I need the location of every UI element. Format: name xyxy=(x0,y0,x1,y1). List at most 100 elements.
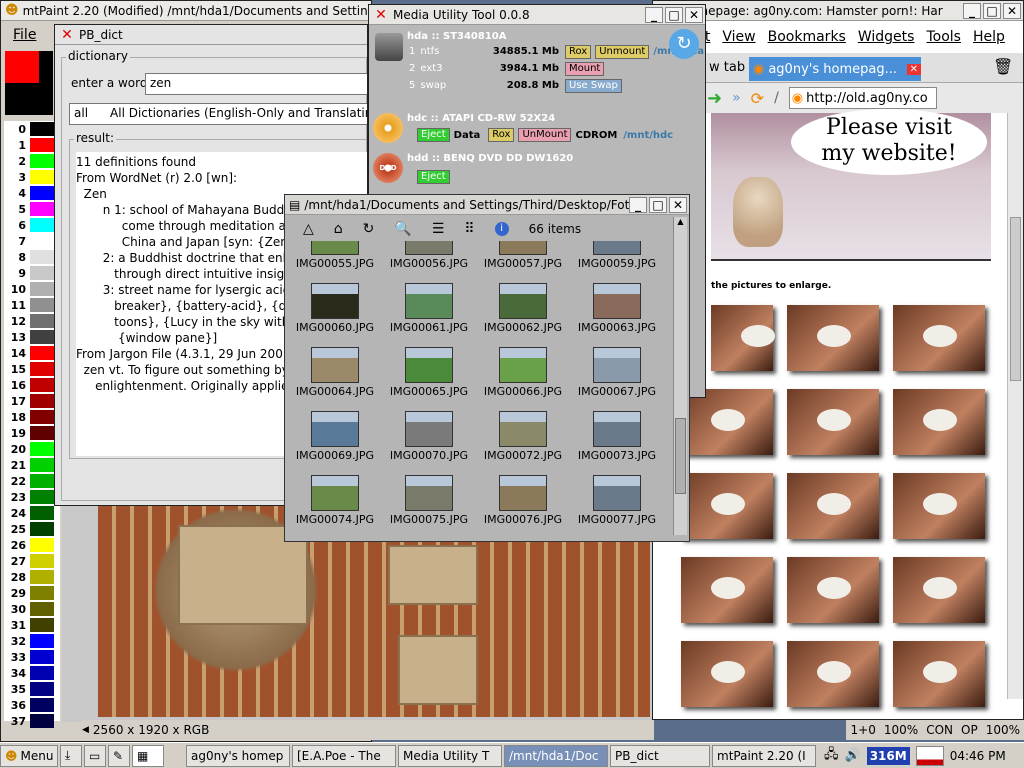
file-thumbnail[interactable]: IMG00067.JPG xyxy=(571,347,663,398)
palette-swatch[interactable] xyxy=(30,650,54,664)
word-input[interactable]: zen xyxy=(145,73,367,95)
palette-swatch[interactable] xyxy=(30,314,54,328)
file-thumbnail[interactable]: IMG00074.JPG xyxy=(289,475,381,526)
palette-entry[interactable]: 34 xyxy=(4,665,60,681)
palette-swatch[interactable] xyxy=(30,666,54,680)
dictionary-select[interactable]: all All Dictionaries (English-Only and T… xyxy=(69,103,367,125)
palette-entry[interactable]: 17 xyxy=(4,393,60,409)
file-thumbnail[interactable]: IMG00070.JPG xyxy=(383,411,475,462)
palette-entry[interactable]: 20 xyxy=(4,441,60,457)
menu-view[interactable]: View xyxy=(722,29,755,45)
fb-maximize-button[interactable]: □ xyxy=(649,196,667,213)
search-icon[interactable]: 🔍 xyxy=(394,221,411,237)
tray-volume-icon[interactable]: 🔊 xyxy=(845,748,861,763)
hamster-thumbnail[interactable] xyxy=(893,557,985,623)
mount-button[interactable]: Mount xyxy=(565,61,605,76)
palette-entry[interactable]: 7 xyxy=(4,233,60,249)
palette-entry[interactable]: 10 xyxy=(4,281,60,297)
quicklaunch-window-icon[interactable]: ▭ xyxy=(84,744,106,767)
media-titlebar[interactable]: ✕ Media Utility Tool 0.0.8 _ □ ✕ xyxy=(369,5,705,25)
palette-entry[interactable]: 21 xyxy=(4,457,60,473)
task-button[interactable]: [E.A.Poe - The xyxy=(292,744,396,767)
palette-entry[interactable]: 9 xyxy=(4,265,60,281)
hdc-rox-button[interactable]: Rox xyxy=(488,128,515,142)
palette-swatch[interactable] xyxy=(30,426,54,440)
file-thumbnail[interactable]: IMG00064.JPG xyxy=(289,347,381,398)
palette-entry[interactable]: 32 xyxy=(4,633,60,649)
task-button[interactable]: mtPaint 2.20 (I xyxy=(712,744,816,767)
palette-swatch[interactable] xyxy=(30,282,54,296)
media-maximize-button[interactable]: □ xyxy=(665,6,683,23)
palette-swatch[interactable] xyxy=(30,234,54,248)
palette-swatch[interactable] xyxy=(30,586,54,600)
url-field[interactable]: ◉ http://old.ag0ny.co xyxy=(788,87,937,109)
palette-swatch[interactable] xyxy=(30,154,54,168)
maximize-button[interactable]: □ xyxy=(983,2,1001,19)
palette-entry[interactable]: 33 xyxy=(4,649,60,665)
palette-swatch[interactable] xyxy=(30,378,54,392)
reload-icon[interactable]: ⟳ xyxy=(751,89,764,108)
file-thumbnail[interactable]: IMG00060.JPG xyxy=(289,283,381,334)
refresh-icon[interactable]: ↻ xyxy=(363,221,375,237)
palette-swatch[interactable] xyxy=(30,186,54,200)
hamster-thumbnail[interactable] xyxy=(787,389,879,455)
file-thumbnail[interactable]: IMG00055.JPG xyxy=(289,241,381,270)
palette-entry[interactable]: 23 xyxy=(4,489,60,505)
palette-swatch[interactable] xyxy=(30,122,54,136)
close-button[interactable]: ✕ xyxy=(1003,2,1021,19)
media-close-button[interactable]: ✕ xyxy=(685,6,703,23)
palette-swatch[interactable] xyxy=(30,298,54,312)
hamster-thumbnail[interactable] xyxy=(681,557,773,623)
tab-close-icon[interactable]: ✕ xyxy=(906,63,921,75)
fb-titlebar[interactable]: ▤ /mnt/hda1/Documents and Settings/Third… xyxy=(285,195,689,215)
palette-swatch[interactable] xyxy=(30,570,54,584)
file-thumbnail[interactable]: IMG00072.JPG xyxy=(477,411,569,462)
palette-entry[interactable]: 15 xyxy=(4,361,60,377)
hamster-thumbnail[interactable] xyxy=(893,305,985,371)
palette-swatch[interactable] xyxy=(30,250,54,264)
palette-swatch[interactable] xyxy=(30,458,54,472)
hamster-thumbnail[interactable] xyxy=(711,305,775,371)
menu-bookmarks[interactable]: Bookmarks xyxy=(768,29,846,45)
trash-icon[interactable]: 🗑 xyxy=(993,57,1013,76)
menu-tools[interactable]: Tools xyxy=(926,29,961,45)
palette-entry[interactable]: 24 xyxy=(4,505,60,521)
browser-titlebar[interactable]: y's homepage: ag0ny.com: Hamster porn!: … xyxy=(653,1,1023,21)
palette-entry[interactable]: 28 xyxy=(4,569,60,585)
file-thumbnail[interactable]: IMG00065.JPG xyxy=(383,347,475,398)
memory-indicator[interactable]: 316M xyxy=(866,746,910,765)
quicklaunch-download-icon[interactable]: ⤓ xyxy=(60,744,82,767)
palette-entry[interactable]: 16 xyxy=(4,377,60,393)
palette-swatch[interactable] xyxy=(30,714,54,728)
palette-swatch[interactable] xyxy=(30,682,54,696)
palette-entry[interactable]: 14 xyxy=(4,345,60,361)
color-palette[interactable]: 0 1 2 3 4 5 6 7 8 9 10 11 12 13 14 15 16 17 18 19 20 21 22 23 24… xyxy=(4,121,60,728)
palette-swatch[interactable] xyxy=(30,618,54,632)
media-minimize-button[interactable]: _ xyxy=(645,6,663,23)
quicklaunch-edit-icon[interactable]: ✎ xyxy=(108,744,130,767)
palette-entry[interactable]: 22 xyxy=(4,473,60,489)
file-thumbnail[interactable]: IMG00057.JPG xyxy=(477,241,569,270)
menu-widgets[interactable]: Widgets xyxy=(858,29,915,45)
file-thumbnail[interactable]: IMG00061.JPG xyxy=(383,283,475,334)
palette-entry[interactable]: 19 xyxy=(4,425,60,441)
scroll-left-arrow-icon[interactable]: ◀ xyxy=(82,725,89,735)
palette-entry[interactable]: 29 xyxy=(4,585,60,601)
palette-swatch[interactable] xyxy=(30,634,54,648)
palette-entry[interactable]: 13 xyxy=(4,329,60,345)
palette-entry[interactable]: 6 xyxy=(4,217,60,233)
unmount-button[interactable]: Unmount xyxy=(595,44,650,59)
palette-swatch[interactable] xyxy=(30,538,54,552)
hamster-thumbnail[interactable] xyxy=(681,389,773,455)
palette-entry[interactable]: 36 xyxy=(4,697,60,713)
palette-entry[interactable]: 18 xyxy=(4,409,60,425)
start-menu-button[interactable]: ☻ Menu xyxy=(0,744,58,767)
palette-swatch[interactable] xyxy=(30,330,54,344)
file-thumbnail[interactable]: IMG00075.JPG xyxy=(383,475,475,526)
palette-entry[interactable]: 8 xyxy=(4,249,60,265)
palette-swatch[interactable] xyxy=(30,138,54,152)
hdc-eject-button[interactable]: Eject xyxy=(417,128,450,142)
menu-file[interactable]: File xyxy=(13,27,36,43)
palette-swatch[interactable] xyxy=(30,442,54,456)
file-thumbnail[interactable]: IMG00059.JPG xyxy=(571,241,663,270)
